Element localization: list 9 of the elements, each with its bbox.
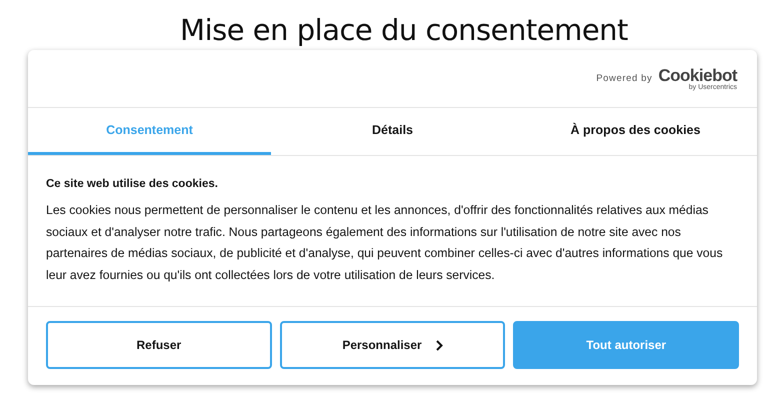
tab[interactable]: Détails (271, 108, 514, 155)
body-heading: Ce site web utilise des cookies. (46, 178, 219, 190)
powered-by-label: Powered by (596, 73, 652, 84)
tab[interactable]: À propos des cookies (514, 108, 757, 155)
body-text: Les cookies nous permettent de personnaliser le contenu et les annonces, d'offrir des fonctionnalités relatives aux médias sociaux et d'analyser notre trafic. Nous partageons également des informations sur l'utilisation de notre site avec nos partenaires de médias sociaux, de publicité et d'analyse, qui peuvent combiner celles-ci avec d'autres informations que vous leur avez fournies ou qu'ils ont collectées lors de votre utilisation de leurs services. (46, 202, 724, 284)
page-title: Mise en place du consentement (179, 12, 629, 49)
logo-text: Cookiebot (658, 66, 737, 84)
consent-button[interactable]: Refuser (46, 321, 272, 369)
consent-button[interactable]: Personnaliser (280, 321, 506, 369)
